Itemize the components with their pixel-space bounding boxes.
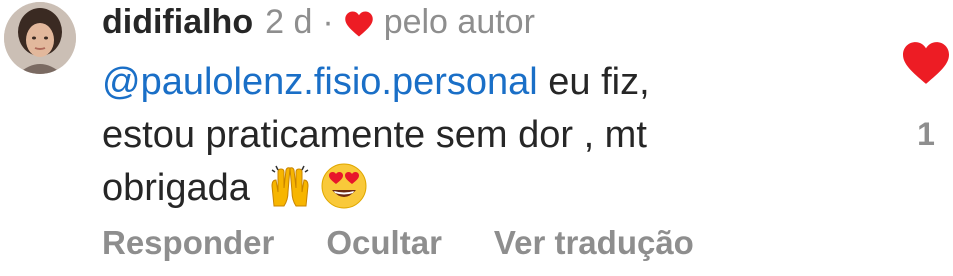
comment-text-line3: obrigada: [102, 167, 261, 209]
comment-header: didifialho 2 d · pelo autor: [102, 0, 535, 44]
avatar[interactable]: [4, 2, 76, 74]
username[interactable]: didifialho: [102, 3, 253, 42]
see-translation-button[interactable]: Ver tradução: [494, 224, 694, 262]
timestamp: 2 d: [265, 2, 313, 41]
reply-button[interactable]: Responder: [102, 224, 274, 262]
like-heart-icon[interactable]: [900, 40, 952, 86]
heart-icon: [344, 8, 374, 37]
comment-text-line1: eu fiz,: [537, 61, 650, 103]
heart-eyes-emoji: [320, 162, 368, 210]
comment-actions: Responder Ocultar Ver tradução: [102, 224, 746, 262]
like-count: 1: [917, 116, 935, 152]
like-column: 1: [896, 40, 953, 153]
liked-by-author-label: pelo autor: [383, 2, 535, 41]
hide-button[interactable]: Ocultar: [326, 224, 442, 262]
comment-text: @paulolenz.fisio.personal eu fiz, estou …: [102, 56, 802, 215]
mention-link[interactable]: @paulolenz.fisio.personal: [102, 61, 538, 103]
raised-hands-emoji: [266, 162, 314, 210]
comment: didifialho 2 d · pelo autor @paulolenz.f…: [0, 0, 953, 276]
comment-text-line2: estou praticamente sem dor , mt: [102, 114, 647, 156]
separator-dot: ·: [322, 2, 334, 41]
